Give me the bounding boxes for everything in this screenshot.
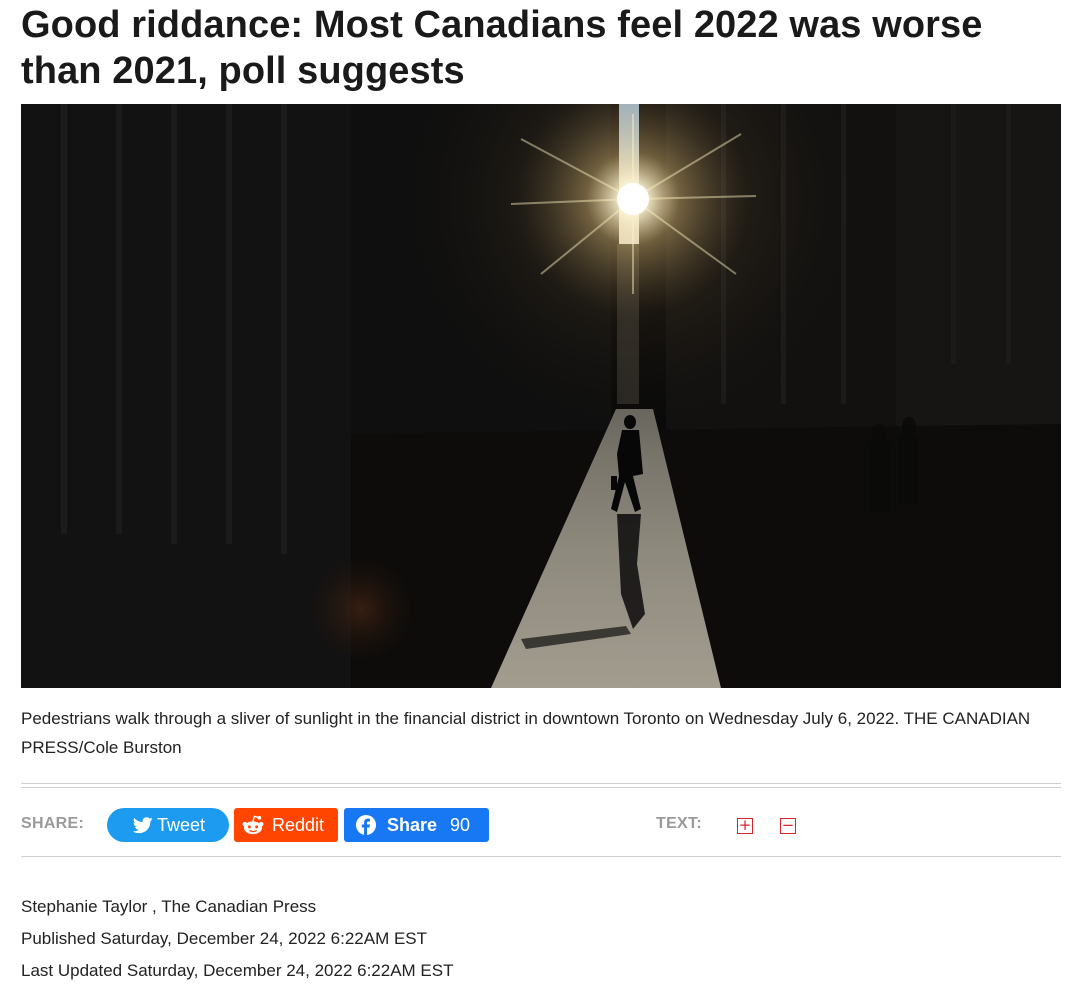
reddit-alien-icon (242, 808, 264, 842)
share-bar: SHARE: Tweet Reddit Share 90 TEXT: + − (21, 806, 1061, 844)
share-label: SHARE: (21, 815, 85, 832)
facebook-share-label: Share (387, 815, 438, 835)
tweet-button[interactable]: Tweet (107, 808, 229, 842)
reddit-button[interactable]: Reddit (234, 808, 338, 842)
hero-photo (21, 104, 1061, 688)
published-date: Published Saturday, December 24, 2022 6:… (21, 929, 428, 948)
article-headline: Good riddance: Most Canadians feel 2022 … (21, 4, 983, 92)
minus-box-icon: − (781, 816, 795, 834)
twitter-bird-icon (133, 808, 153, 842)
decrease-text-size-button[interactable]: − (780, 818, 796, 834)
last-updated-date: Last Updated Saturday, December 24, 2022… (21, 961, 454, 980)
facebook-share-count: 90 (450, 815, 471, 835)
facebook-share-button[interactable]: Share 90 (344, 808, 489, 842)
increase-text-size-button[interactable]: + (737, 818, 753, 834)
divider (21, 787, 1061, 788)
reddit-label: Reddit (272, 815, 325, 835)
plus-box-icon: + (738, 816, 752, 834)
divider (21, 856, 1061, 857)
tweet-label: Tweet (157, 815, 206, 835)
facebook-icon (356, 808, 376, 842)
text-size-label: TEXT: (656, 815, 702, 832)
photo-caption: Pedestrians walk through a sliver of sun… (21, 709, 1031, 757)
author-line: Stephanie Taylor , The Canadian Press (21, 897, 317, 916)
divider (21, 783, 1061, 784)
byline: Stephanie Taylor , The Canadian Press Pu… (21, 891, 454, 987)
